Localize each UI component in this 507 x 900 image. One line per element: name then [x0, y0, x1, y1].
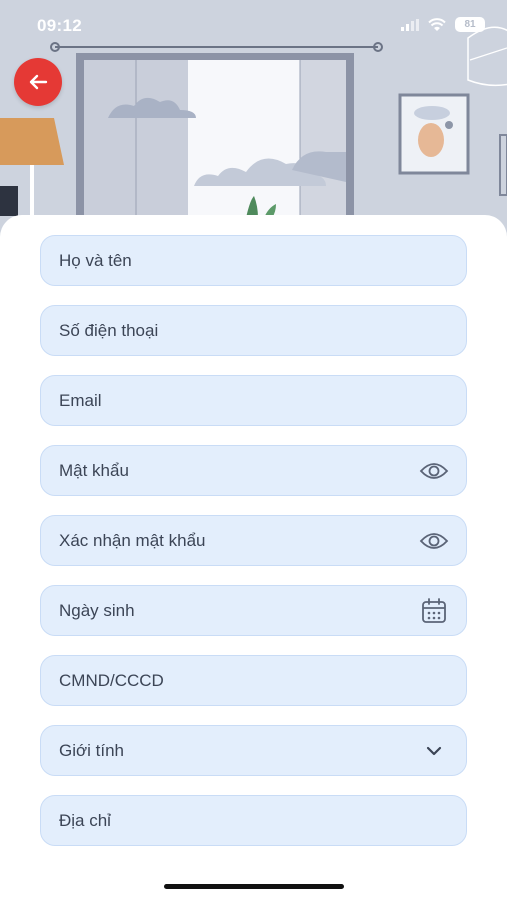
back-button[interactable]: [14, 58, 62, 106]
home-indicator: [164, 884, 344, 889]
gender-select[interactable]: Giới tính: [40, 725, 467, 776]
status-time: 09:12: [37, 16, 82, 35]
address-field[interactable]: [40, 795, 467, 846]
password-input[interactable]: [41, 446, 466, 495]
calendar-icon[interactable]: [418, 595, 450, 627]
eye-icon[interactable]: [418, 455, 450, 487]
password-field[interactable]: [40, 445, 467, 496]
id-number-input[interactable]: [41, 656, 466, 705]
full-name-input[interactable]: [41, 236, 466, 285]
wifi-icon: [428, 17, 446, 31]
email-input[interactable]: [41, 376, 466, 425]
signal-icon: [401, 18, 419, 31]
phone-field[interactable]: [40, 305, 467, 356]
phone-input[interactable]: [41, 306, 466, 355]
birthday-input[interactable]: [41, 586, 466, 635]
status-icons: 81: [401, 17, 485, 32]
header-illustration: 09:12 81: [0, 0, 507, 240]
full-name-field[interactable]: [40, 235, 467, 286]
registration-form: Giới tính: [0, 215, 507, 900]
confirm-password-field[interactable]: [40, 515, 467, 566]
address-input[interactable]: [41, 796, 466, 845]
arrow-left-icon: [29, 74, 48, 90]
eye-icon[interactable]: [418, 525, 450, 557]
gender-select-label: Giới tính: [59, 740, 125, 760]
birthday-field[interactable]: [40, 585, 467, 636]
confirm-password-input[interactable]: [41, 516, 466, 565]
email-field[interactable]: [40, 375, 467, 426]
id-number-field[interactable]: [40, 655, 467, 706]
battery-indicator: 81: [455, 17, 485, 32]
chevron-down-icon[interactable]: [418, 735, 450, 767]
status-bar: 09:12 81: [0, 0, 507, 48]
